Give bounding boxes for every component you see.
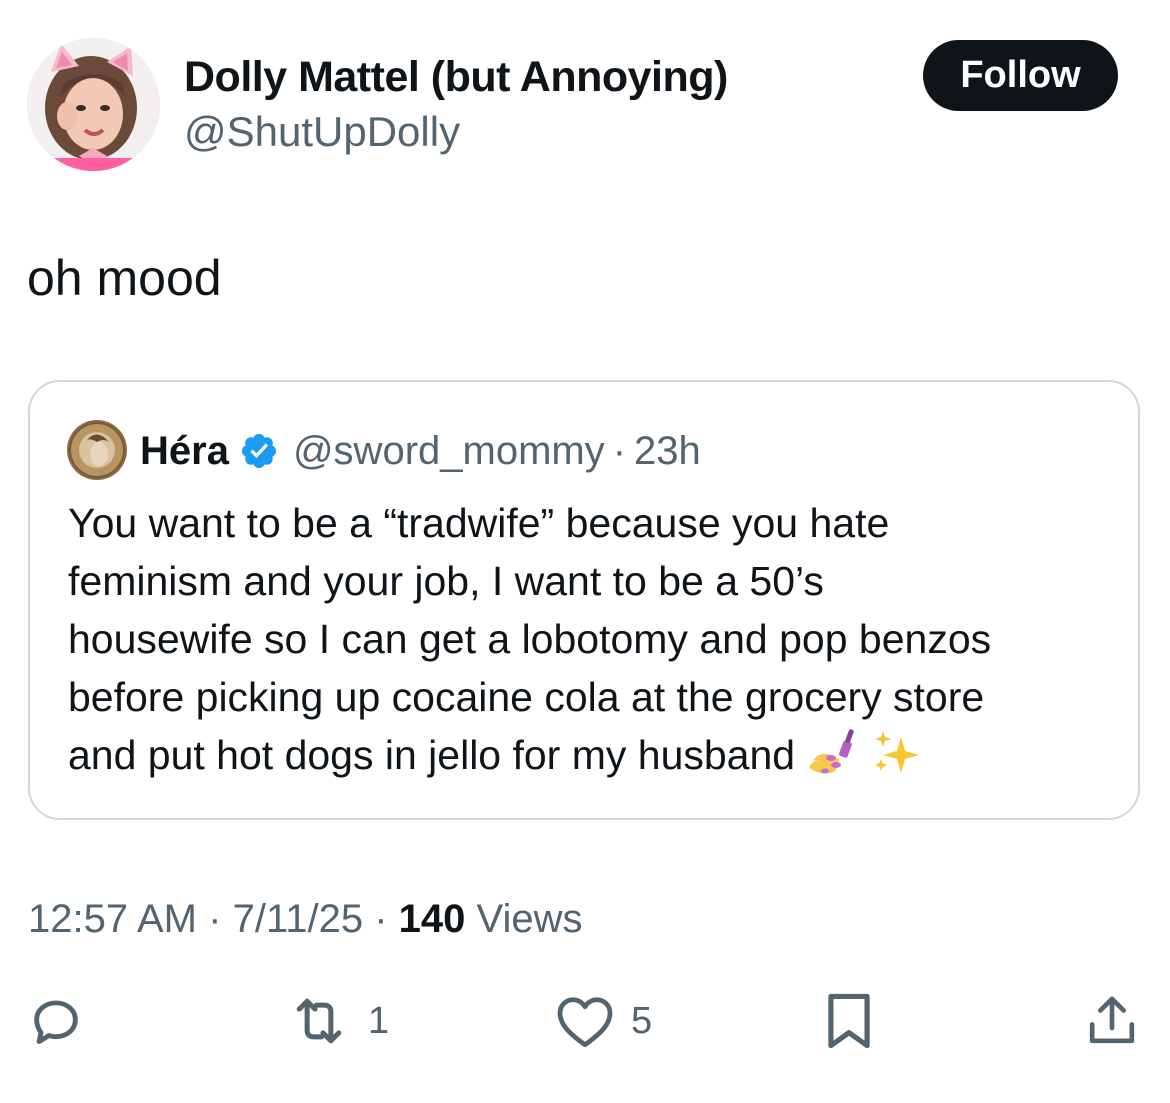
share-icon bbox=[1089, 996, 1135, 1044]
share-button[interactable] bbox=[1084, 990, 1140, 1052]
tweet-date[interactable]: 7/11/25 bbox=[233, 897, 364, 941]
like-button[interactable]: 5 bbox=[555, 990, 652, 1052]
retweet-count: 1 bbox=[368, 999, 390, 1042]
quoted-handle[interactable]: @sword_mommy bbox=[293, 429, 605, 474]
quoted-display-name[interactable]: Héra bbox=[140, 429, 229, 474]
reply-icon bbox=[34, 1000, 78, 1044]
quoted-timestamp[interactable]: 23h bbox=[634, 429, 701, 474]
tweet-meta: 12:57 AM · 7/11/25 · 140 Views bbox=[28, 892, 583, 946]
author-avatar[interactable] bbox=[27, 38, 160, 171]
quoted-text-line: and put hot dogs in jello for my husband bbox=[68, 732, 796, 778]
quoted-tweet-text: You want to be a “tradwife” because you … bbox=[68, 494, 1118, 784]
tweet-time[interactable]: 12:57 AM bbox=[28, 897, 197, 941]
sparkles-emoji-icon bbox=[875, 731, 920, 773]
quoted-text-line: You want to be a “tradwife” because you … bbox=[68, 500, 890, 546]
bookmark-icon bbox=[828, 993, 870, 1049]
heart-icon bbox=[557, 997, 613, 1048]
bookmark-button[interactable] bbox=[823, 990, 875, 1052]
quoted-text-line-last: and put hot dogs in jello for my husband bbox=[68, 726, 1118, 784]
retweet-icon bbox=[296, 998, 342, 1044]
reply-button[interactable] bbox=[27, 990, 85, 1052]
views-count: 140 bbox=[398, 897, 466, 941]
separator-dot: · bbox=[208, 897, 222, 941]
nail-polish-emoji-icon bbox=[809, 729, 854, 774]
author-display-name[interactable]: Dolly Mattel (but Annoying) bbox=[184, 50, 728, 104]
quoted-text-line: feminism and your job, I want to be a 50… bbox=[68, 558, 824, 604]
separator-dot: · bbox=[374, 897, 388, 941]
separator-dot: · bbox=[612, 428, 627, 473]
like-count: 5 bbox=[631, 999, 653, 1042]
author-handle[interactable]: @ShutUpDolly bbox=[184, 106, 460, 158]
avatar-image bbox=[27, 38, 160, 171]
quoted-tweet-card[interactable]: Héra @sword_mommy · 23h You want to be a… bbox=[28, 380, 1140, 820]
quoted-author-avatar bbox=[67, 420, 127, 480]
quoted-text-line: before picking up cocaine cola at the gr… bbox=[68, 674, 985, 720]
follow-button[interactable]: Follow bbox=[923, 40, 1118, 111]
verified-badge-icon bbox=[241, 433, 277, 469]
retweet-button[interactable]: 1 bbox=[286, 990, 389, 1052]
quoted-text-line: housewife so I can get a lobotomy and po… bbox=[68, 616, 992, 662]
tweet-text: oh mood bbox=[27, 250, 222, 306]
quoted-avatar-image bbox=[67, 420, 127, 480]
quoted-header: Héra @sword_mommy · 23h bbox=[140, 424, 701, 478]
views-label: Views bbox=[476, 897, 583, 941]
